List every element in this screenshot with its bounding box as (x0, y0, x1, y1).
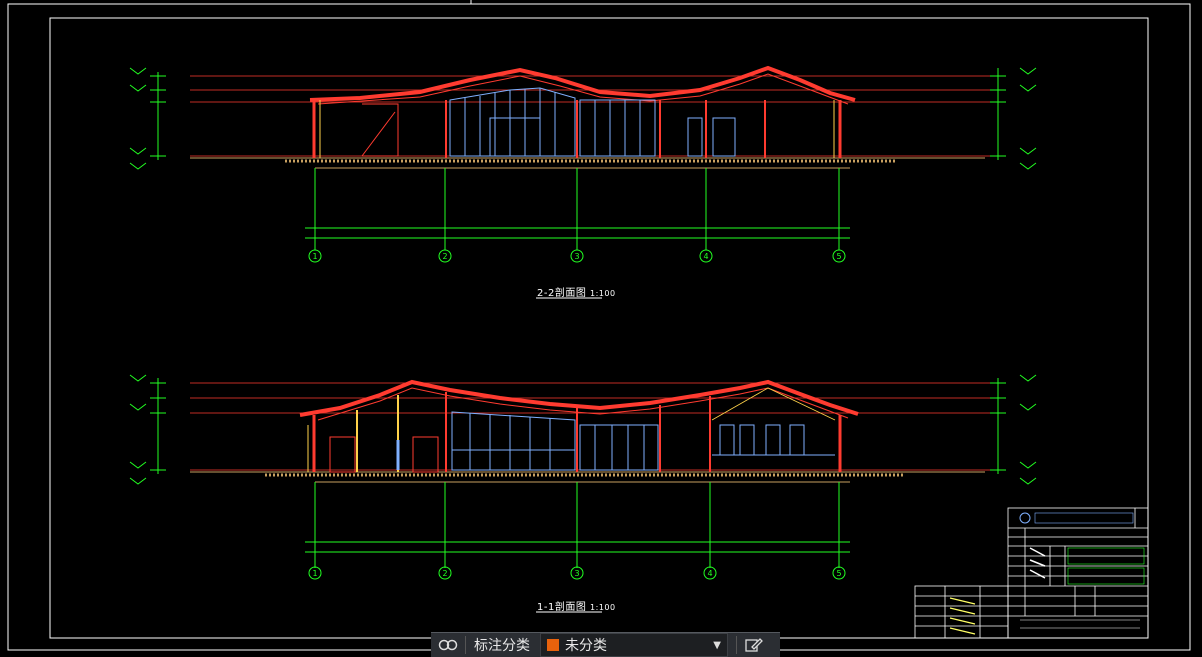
edit-icon[interactable] (737, 634, 771, 656)
axis-11-2: 2 (442, 569, 447, 578)
annotation-category-label: 标注分类 (474, 638, 530, 654)
section-1-1-scale: 1:100 (590, 603, 616, 612)
category-selected-value: 未分类 (565, 638, 607, 654)
glazing-22 (449, 87, 736, 157)
axis-22-3: 3 (574, 252, 579, 261)
section-2-2: 1 2 3 4 5 (129, 65, 1037, 299)
cad-drawing-canvas[interactable]: 1 2 3 4 5 1 2 3 4 5 (0, 0, 1202, 654)
edit-icon-glyph (745, 638, 763, 652)
axis-22-4: 4 (703, 252, 708, 261)
category-dropdown[interactable]: 未分类 ▼ (540, 633, 728, 657)
glazing-11 (451, 411, 835, 471)
link-icon[interactable] (431, 634, 465, 656)
section-2-2-title: 2-2剖面图 1:100 (537, 284, 616, 299)
roof-11 (299, 379, 859, 417)
axis-11-3: 3 (574, 569, 579, 578)
section-1-1-title: 1-1剖面图 1:100 (537, 598, 616, 613)
axis-11-4: 4 (707, 569, 712, 578)
axis-22-2: 2 (442, 252, 447, 261)
section-1-1-title-text: 1-1剖面图 (537, 602, 587, 613)
link-icon-glyph (438, 639, 458, 651)
sheet-inner-frame (49, 17, 1149, 639)
section-1-1: 1 2 3 4 5 (129, 374, 1037, 613)
axis-22-5: 5 (836, 252, 841, 261)
annotation-toolbar: 标注分类 未分类 ▼ (431, 632, 780, 657)
section-2-2-scale: 1:100 (590, 289, 616, 298)
axis-11-5: 5 (836, 569, 841, 578)
roof-22 (309, 65, 856, 102)
sheet-outer-frame (7, 3, 1191, 651)
category-color-swatch (547, 639, 559, 651)
axis-11-1: 1 (312, 569, 317, 578)
section-2-2-title-text: 2-2剖面图 (537, 288, 587, 299)
chevron-down-icon[interactable]: ▼ (713, 640, 727, 651)
axis-22-1: 1 (312, 252, 317, 261)
